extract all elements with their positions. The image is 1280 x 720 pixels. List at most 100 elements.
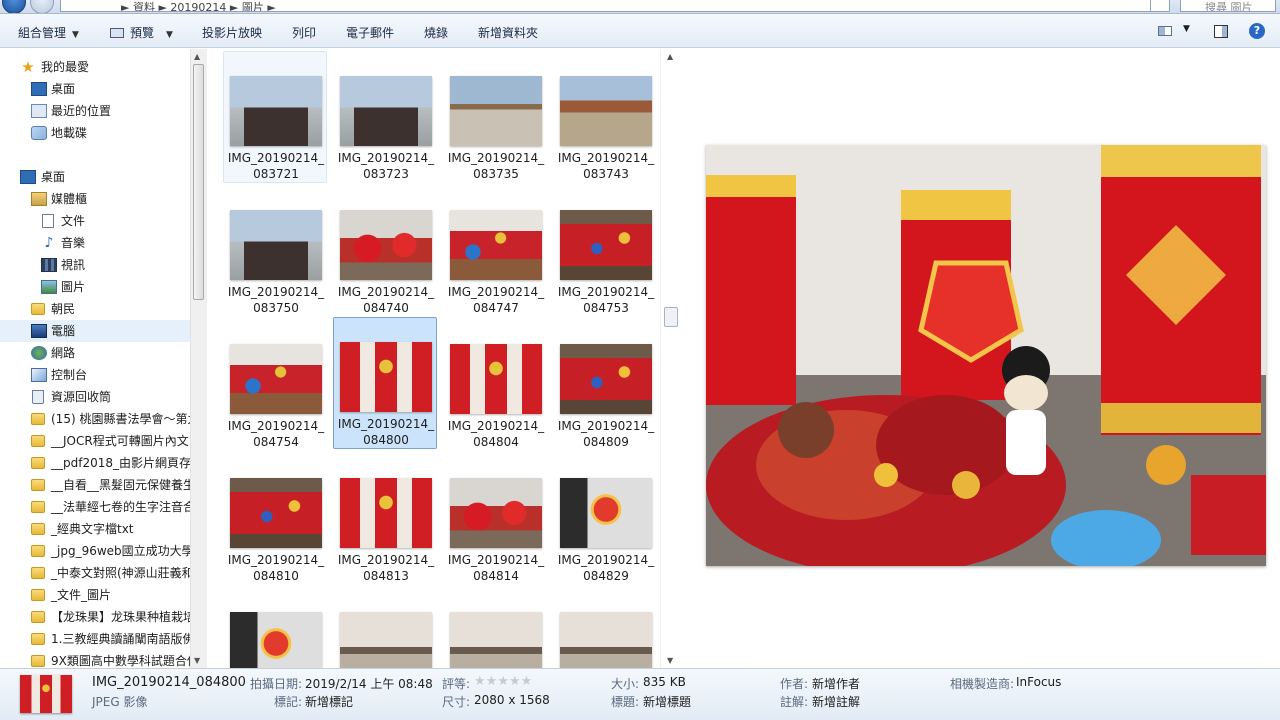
file-item[interactable] [443,587,547,668]
scroll-up-arrow[interactable]: ▲ [194,52,200,61]
nav-folder[interactable]: __pdf2018_由影片網頁存圖 [0,452,190,474]
search-input[interactable]: 搜尋 圖片 [1180,0,1276,12]
comments-label: 註解: [780,695,809,709]
star-icon[interactable]: ★ [521,674,533,689]
grid-scrollbar[interactable] [660,49,682,668]
organize-button[interactable]: 組合管理 ▼ [18,24,79,41]
file-item[interactable] [223,587,327,668]
nav-recent-places[interactable]: 最近的位置 [0,100,190,122]
help-icon[interactable]: ? [1249,23,1265,39]
file-item[interactable]: IMG_20190214_ 084814 [443,453,547,585]
nav-folder[interactable]: _經典文字檔txt [0,518,190,540]
file-item[interactable]: IMG_20190214_ 084753 [553,185,657,317]
nav-label: __自看__黑髮固元保健養生 [51,478,190,492]
file-grid: IMG_20190214_ 083721 IMG_20190214_ 083723 … [210,49,660,668]
camera-maker-value[interactable]: InFocus [1016,675,1061,689]
file-thumbnail [230,76,322,146]
desktop-icon [20,170,36,184]
nav-scrollbar-thumb[interactable] [193,64,204,300]
star-icon[interactable]: ★ [497,674,509,689]
print-button[interactable]: 列印 [292,24,316,41]
nav-folder[interactable]: __JOCR程式可轉圖片內文 [0,430,190,452]
file-item[interactable]: IMG_20190214_ 084810 [223,453,327,585]
star-icon: ★ [21,58,35,76]
burn-button[interactable]: 燒錄 [424,24,448,41]
forward-button[interactable] [30,0,54,13]
nav-label: 最近的位置 [51,104,112,118]
file-thumbnail [450,210,542,280]
file-item[interactable]: IMG_20190214_ 083723 [333,51,437,183]
star-icon[interactable]: ★ [474,674,486,689]
nav-fav-desktop[interactable]: 桌面 [0,78,190,100]
back-button[interactable] [2,0,26,13]
nav-folder[interactable]: 9X類圖高中數學科試題合併 [0,650,190,668]
nav-favorites[interactable]: ★ 我的最愛 [0,56,190,78]
tags-value[interactable]: 新增標記 [305,693,353,710]
file-item[interactable]: IMG_20190214_ 084809 [553,319,657,451]
scroll-down-arrow[interactable]: ▼ [667,656,673,665]
file-item[interactable]: IMG_20190214_ 084813 [333,453,437,585]
nav-computer[interactable]: 電腦 [0,320,190,342]
nav-map[interactable]: 地載碟 [0,122,190,144]
scroll-down-arrow[interactable]: ▼ [194,656,200,665]
date-taken-value[interactable]: 2019/2/14 上午 08:48 [305,675,433,692]
title-value[interactable]: 新增標題 [643,693,691,710]
preview-pane-icon[interactable] [1214,25,1228,38]
author-value[interactable]: 新增作者 [812,675,860,692]
nav-folder[interactable]: _文件_圖片 [0,584,190,606]
rating-stars[interactable]: ★★★★★ [474,674,532,689]
nav-pictures[interactable]: 圖片 [0,276,190,298]
file-item[interactable] [553,587,657,668]
star-icon[interactable]: ★ [486,674,498,689]
preview-button[interactable]: 預覽 ▼ [110,24,173,41]
nav-label: _jpg_96web國立成功大學 [51,544,190,558]
comments-value[interactable]: 新增註解 [812,693,860,710]
file-item[interactable]: IMG_20190214_ 084740 [333,185,437,317]
nav-label: 桌面 [41,170,66,184]
change-view-icon[interactable] [1158,26,1172,36]
nav-videos[interactable]: 視訊 [0,254,190,276]
views-menu-arrow[interactable]: ▼ [1183,24,1190,34]
nav-music[interactable]: ♪ 音樂 [0,232,190,254]
nav-folder[interactable]: 1.三教經典讀誦闡南語版佛 [0,628,190,650]
library-icon [31,192,47,206]
nav-folder[interactable]: __自看__黑髮固元保健養生 [0,474,190,496]
nav-network[interactable]: 網路 [0,342,190,364]
nav-control-panel[interactable]: 控制台 [0,364,190,386]
nav-recycle-bin[interactable]: 資源回收筒 [0,386,190,408]
nav-desktop[interactable]: 桌面 [0,166,190,188]
nav-folder[interactable]: (15) 桃園縣書法學會～第九 [0,408,190,430]
file-item[interactable]: IMG_20190214_ 084754 [223,319,327,451]
slideshow-button[interactable]: 投影片放映 [202,24,262,41]
nav-user[interactable]: 朝民 [0,298,190,320]
nav-folder[interactable]: _jpg_96web國立成功大學 [0,540,190,562]
file-item[interactable]: IMG_20190214_ 084804 [443,319,547,451]
file-item[interactable]: IMG_20190214_ 083735 [443,51,547,183]
file-item[interactable]: IMG_20190214_ 083721 [223,51,327,183]
file-thumbnail [560,612,652,668]
refresh-button[interactable] [1150,0,1172,12]
file-item-selected[interactable]: IMG_20190214_ 084800 [333,317,437,449]
folder-icon [31,501,45,513]
document-icon [42,214,54,228]
new-folder-button[interactable]: 新增資料夾 [478,24,538,41]
grid-scrollbar-thumb[interactable] [664,307,678,327]
star-icon[interactable]: ★ [509,674,521,689]
nav-label: 圖片 [61,280,86,294]
nav-folder[interactable]: _中泰文對照(神源山莊義和 [0,562,190,584]
file-name: IMG_20190214_ 084753 [557,285,655,315]
file-item[interactable]: IMG_20190214_ 083743 [553,51,657,183]
nav-documents[interactable]: 文件 [0,210,190,232]
author-label: 作者: [780,677,809,691]
nav-folder[interactable]: __法華經七卷的生字注音合 [0,496,190,518]
file-name: IMG_20190214_ 084829 [557,553,655,583]
scroll-up-arrow[interactable]: ▲ [667,52,673,61]
nav-folder[interactable]: 【龙珠果】龙珠果种植栽培 [0,606,190,628]
file-item[interactable]: IMG_20190214_ 084747 [443,185,547,317]
file-item[interactable]: IMG_20190214_ 084829 [553,453,657,585]
email-button[interactable]: 電子郵件 [346,24,394,41]
address-field[interactable]: ► 資料 ► 20190214 ► 圖片 ► [60,0,1170,12]
nav-library[interactable]: 媒體櫃 [0,188,190,210]
file-item[interactable] [333,587,437,668]
file-item[interactable]: IMG_20190214_ 083750 [223,185,327,317]
